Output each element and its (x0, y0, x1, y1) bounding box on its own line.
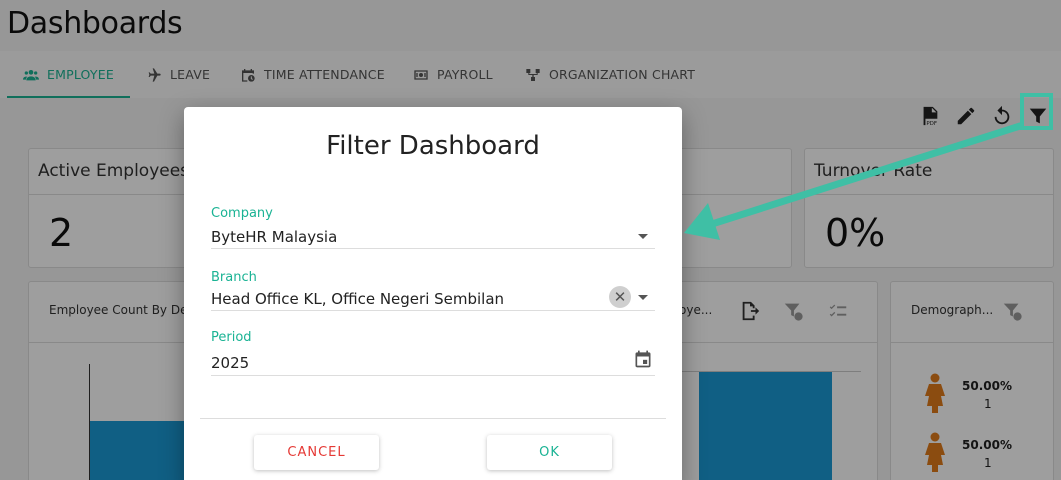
period-field[interactable]: 2025 (211, 354, 249, 372)
calendar-icon[interactable] (633, 349, 653, 369)
dialog-title: Filter Dashboard (326, 131, 540, 161)
branch-select[interactable]: Head Office KL, Office Negeri Sembilan (211, 290, 504, 308)
company-select[interactable]: ByteHR Malaysia (211, 228, 337, 246)
period-label: Period (211, 330, 252, 345)
filter-dialog: Filter Dashboard Company ByteHR Malaysia… (184, 107, 682, 480)
filter-button-highlight (1020, 93, 1053, 130)
ok-button[interactable]: OK (487, 435, 612, 470)
chevron-down-icon[interactable] (638, 234, 648, 239)
cancel-button[interactable]: CANCEL (254, 435, 379, 470)
chevron-down-icon[interactable] (638, 295, 648, 300)
company-label: Company (211, 206, 273, 221)
clear-icon[interactable]: ✕ (609, 286, 631, 308)
branch-label: Branch (211, 270, 257, 285)
